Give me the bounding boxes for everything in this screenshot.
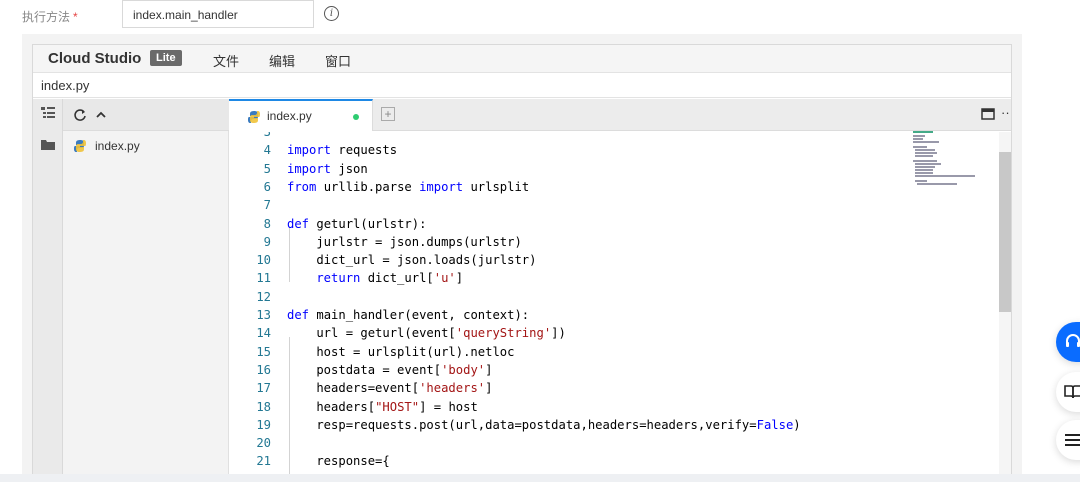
minimap[interactable] — [913, 131, 977, 187]
code-line[interactable]: 9 jurlstr = json.dumps(urlstr) — [229, 233, 999, 251]
line-number: 4 — [263, 143, 271, 158]
line-number: 3 — [263, 132, 271, 139]
code-text: def main_handler(event, context): — [287, 308, 530, 322]
line-number: 9 — [263, 234, 271, 249]
list-icon — [1065, 434, 1080, 446]
line-number: 7 — [263, 198, 271, 213]
line-number: 13 — [256, 308, 271, 322]
handler-input[interactable]: index.main_handler — [122, 0, 314, 28]
code-line[interactable]: 5 import json — [229, 160, 999, 178]
code-line[interactable]: 4 import requests — [229, 141, 999, 159]
refresh-icon[interactable] — [73, 108, 87, 122]
code-text: headers=event['headers'] — [287, 381, 493, 396]
line-number: 19 — [256, 417, 271, 432]
menu-window[interactable]: 窗口 — [325, 51, 351, 70]
line-number: 16 — [256, 362, 271, 377]
code-line[interactable]: 18 headers["HOST"] = host — [229, 398, 999, 416]
explorer-icon[interactable] — [40, 105, 56, 121]
code-line[interactable]: 21 response={ — [229, 452, 999, 470]
code-line[interactable]: 13 def main_handler(event, context): — [229, 306, 999, 324]
tab-label: index.py — [267, 109, 312, 123]
docs-button[interactable] — [1056, 372, 1080, 412]
code-line[interactable]: 12 — [229, 288, 999, 306]
explorer-toolbar — [63, 99, 229, 131]
folder-icon[interactable] — [40, 136, 56, 152]
line-number: 15 — [256, 344, 271, 359]
code-text: import requests — [287, 143, 398, 158]
code-line[interactable]: 16 postdata = event['body'] — [229, 361, 999, 379]
code-text: host = urlsplit(url).netloc — [287, 344, 515, 359]
bottom-strip — [0, 474, 1080, 482]
code-text: jurlstr = json.dumps(urlstr) — [287, 234, 522, 249]
editor-scrollbar[interactable] — [999, 132, 1011, 481]
python-file-icon — [74, 140, 86, 152]
menu-edit[interactable]: 编辑 — [269, 51, 295, 70]
code-line[interactable]: 11 return dict_url['u'] — [229, 269, 999, 287]
code-line[interactable]: 20 — [229, 434, 999, 452]
tree-item-index-py[interactable]: index.py — [73, 137, 140, 155]
book-icon — [1064, 385, 1080, 399]
line-number: 18 — [256, 399, 271, 414]
line-number: 8 — [263, 216, 271, 231]
code-text: import json — [287, 161, 368, 176]
file-explorer: index.py — [63, 99, 229, 481]
line-number: 12 — [256, 289, 271, 304]
file-path-bar: index.py — [33, 73, 1011, 98]
line-number: 17 — [256, 381, 271, 396]
code-text: postdata = event['body'] — [287, 362, 493, 377]
line-number: 6 — [263, 179, 271, 194]
lite-badge: Lite — [150, 50, 182, 66]
tree-item-label: index.py — [95, 139, 140, 153]
scrollbar-thumb[interactable] — [999, 152, 1011, 312]
line-number: 21 — [256, 454, 271, 469]
code-editor[interactable]: 3 4 import requests 5 import json 6 from urlli… — [229, 132, 999, 481]
code-text: dict_url = json.loads(jurlstr) — [287, 253, 537, 268]
activity-bar — [33, 99, 63, 481]
handler-label: 执行方法 * — [22, 10, 78, 24]
code-text: url = geturl(event['queryString']) — [287, 326, 566, 341]
code-text: return dict_url['u'] — [287, 271, 464, 286]
code-line[interactable]: 10 dict_url = json.loads(jurlstr) — [229, 251, 999, 269]
new-tab-icon[interactable]: + — [381, 107, 395, 121]
maximize-icon[interactable] — [981, 108, 995, 120]
code-line[interactable]: 14 url = geturl(event['queryString']) — [229, 324, 999, 342]
editor-tabbar: index.py + ··· — [229, 99, 1011, 131]
tab-index-py[interactable]: index.py — [229, 99, 373, 131]
code-text: response={ — [287, 454, 390, 469]
code-line[interactable]: 7 — [229, 196, 999, 214]
code-line[interactable]: 17 headers=event['headers'] — [229, 379, 999, 397]
code-text: from urllib.parse import urlsplit — [287, 179, 530, 194]
code-text: def geturl(urlstr): — [287, 216, 427, 231]
modified-dot-icon[interactable] — [353, 114, 359, 120]
info-icon[interactable]: i — [324, 6, 339, 21]
line-number: 5 — [263, 161, 271, 176]
collapse-icon[interactable] — [95, 109, 107, 121]
headset-icon — [1066, 334, 1080, 347]
handler-form-row: 执行方法 * index.main_handler i — [0, 0, 1080, 30]
ide-menubar: Cloud Studio Lite 文件 编辑 窗口 — [33, 45, 1011, 73]
cloud-studio-ide: Cloud Studio Lite 文件 编辑 窗口 index.py inde… — [32, 44, 1012, 482]
line-number: 20 — [256, 436, 271, 451]
brand-title: Cloud Studio — [48, 50, 142, 67]
list-button[interactable] — [1056, 420, 1080, 460]
line-number: 14 — [256, 326, 271, 341]
code-line[interactable]: 15 host = urlsplit(url).netloc — [229, 343, 999, 361]
line-number: 11 — [256, 271, 271, 286]
support-button[interactable] — [1056, 322, 1080, 362]
line-number: 10 — [256, 253, 271, 268]
required-mark: * — [73, 10, 78, 24]
code-line[interactable]: 19 resp=requests.post(url,data=postdata,… — [229, 416, 999, 434]
menu-file[interactable]: 文件 — [213, 51, 239, 70]
python-file-icon — [248, 111, 260, 123]
code-line[interactable]: 8 def geturl(urlstr): — [229, 215, 999, 233]
more-icon[interactable]: ··· — [1001, 105, 1011, 120]
code-line[interactable]: 6 from urllib.parse import urlsplit — [229, 178, 999, 196]
code-text: resp=requests.post(url,data=postdata,hea… — [287, 417, 801, 432]
code-line[interactable]: 3 — [229, 132, 999, 141]
code-text: headers["HOST"] = host — [287, 399, 478, 414]
